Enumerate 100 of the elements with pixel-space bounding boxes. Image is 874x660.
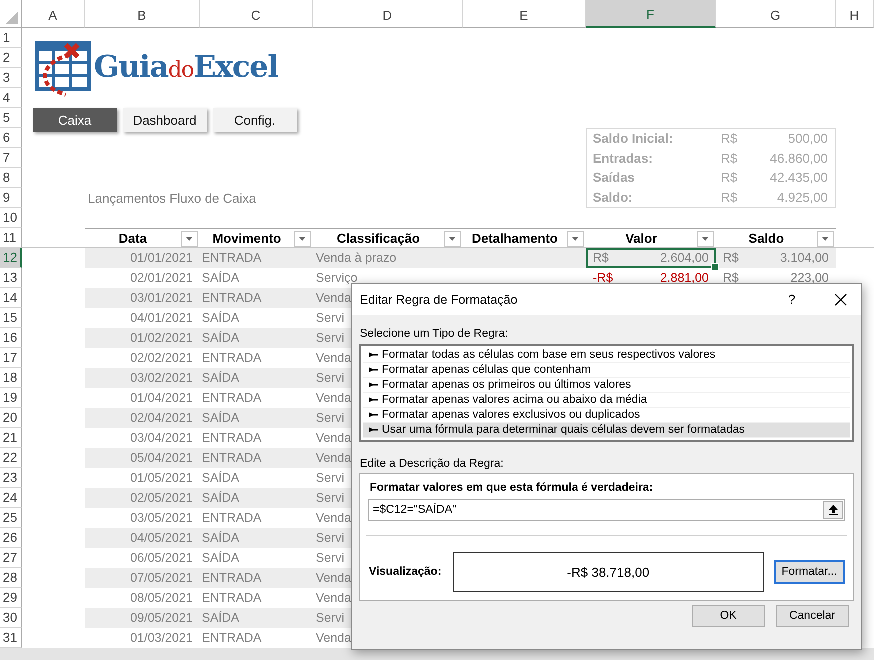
table-cell-text: 09/05/2021 xyxy=(129,610,194,627)
summary-amount: 500,00 xyxy=(787,130,829,148)
row-header[interactable]: 20 xyxy=(0,408,22,428)
table-cell-text: SAÍDA xyxy=(201,270,240,287)
nav-button[interactable]: Config. xyxy=(213,108,297,132)
row-header[interactable]: 22 xyxy=(0,448,22,468)
caret-icon xyxy=(572,236,579,240)
row-header[interactable]: 30 xyxy=(0,608,22,628)
table-cell-text: SAÍDA xyxy=(201,370,240,387)
column-header[interactable]: A xyxy=(22,0,85,28)
table-cell-text: Servi xyxy=(315,550,344,567)
row-header[interactable]: 3 xyxy=(0,68,22,88)
table-cell-text: 08/05/2021 xyxy=(129,590,194,607)
row-header[interactable]: 26 xyxy=(0,528,22,548)
row-header[interactable]: 12 xyxy=(0,248,22,268)
row-header[interactable]: 14 xyxy=(0,288,22,308)
row-header[interactable]: 29 xyxy=(0,588,22,608)
row-header[interactable]: 1 xyxy=(0,28,22,48)
table-cell-text: SAÍDA xyxy=(201,490,240,507)
table-cell-text: 05/04/2021 xyxy=(129,450,194,467)
table-cell-text: Servi xyxy=(315,410,344,427)
nav-button[interactable]: Dashboard xyxy=(123,108,207,132)
table-cell-text: ENTRADA xyxy=(201,630,262,647)
column-header[interactable]: C xyxy=(200,0,313,28)
row-header[interactable]: 25 xyxy=(0,508,22,528)
rule-type-item[interactable]: Formatar todas as células com base em seus respectivos valores xyxy=(363,348,850,363)
dialog-button[interactable]: OK xyxy=(692,605,765,627)
table-cell-text: Venda à prazo xyxy=(315,250,397,267)
row-header[interactable]: 28 xyxy=(0,568,22,588)
collapse-button[interactable] xyxy=(823,501,843,519)
rule-type-item[interactable]: Formatar apenas células que contenham xyxy=(363,363,850,378)
column-header[interactable]: B xyxy=(85,0,200,28)
row-header[interactable]: 31 xyxy=(0,628,22,648)
table-cell-text: Servi xyxy=(315,330,344,347)
currency-symbol: R$ xyxy=(720,130,739,148)
table-cell-text: 01/03/2021 xyxy=(129,630,194,647)
fill-handle[interactable] xyxy=(711,263,719,271)
table-cell-text: SAÍDA xyxy=(201,410,240,427)
currency-symbol: R$ xyxy=(720,150,739,168)
table-cell-text: 01/02/2021 xyxy=(129,330,194,347)
row-header[interactable]: 2 xyxy=(0,48,22,68)
currency-symbol: R$ xyxy=(720,169,739,188)
currency-symbol: R$ xyxy=(723,251,739,265)
row-header[interactable]: 23 xyxy=(0,468,22,488)
currency-symbol: -R$ xyxy=(593,271,614,285)
column-header[interactable]: G xyxy=(716,0,836,28)
row-header[interactable]: 27 xyxy=(0,548,22,568)
help-button[interactable]: ? xyxy=(777,286,807,312)
row-header[interactable]: 4 xyxy=(0,88,22,108)
table-cell-text: SAÍDA xyxy=(201,530,240,547)
summary-label: Saldo: xyxy=(592,188,634,207)
table-cell-text: Serviço xyxy=(315,270,358,287)
rule-type-item[interactable]: Formatar apenas valores acima ou abaixo da média xyxy=(363,393,850,408)
row-header[interactable]: 24 xyxy=(0,488,22,508)
filter-button[interactable] xyxy=(444,230,461,246)
row-header[interactable]: 13 xyxy=(0,268,22,288)
column-heading: Data xyxy=(118,231,148,246)
table-cell-text: 03/05/2021 xyxy=(129,510,194,527)
caret-icon xyxy=(299,236,306,240)
section-label: Edite a Descrição da Regra: xyxy=(359,457,505,472)
formula-label: Formatar valores em que esta fórmula é verdadeira: xyxy=(369,481,654,496)
column-header[interactable]: H xyxy=(836,0,874,28)
rule-type-item[interactable]: Formatar apenas os primeiros ou últimos valores xyxy=(363,378,850,393)
filter-button[interactable] xyxy=(567,230,584,246)
dialog-button[interactable]: Cancelar xyxy=(776,605,849,627)
nav-button[interactable]: Caixa xyxy=(33,108,117,132)
row-header[interactable]: 6 xyxy=(0,128,22,148)
table-cell-text: SAÍDA xyxy=(201,330,240,347)
table-cell-text: ENTRADA xyxy=(201,350,262,367)
table-cell-text: Servi xyxy=(315,530,344,547)
table-cell-text: ENTRADA xyxy=(201,430,262,447)
cell-amount: 223,00 xyxy=(790,271,829,285)
row-header[interactable]: 17 xyxy=(0,348,22,368)
table-cell-text: 02/04/2021 xyxy=(129,410,194,427)
row-header[interactable]: 16 xyxy=(0,328,22,348)
row-header[interactable]: 10 xyxy=(0,208,22,228)
row-header[interactable]: 7 xyxy=(0,148,22,168)
filter-button[interactable] xyxy=(697,230,714,246)
row-header[interactable]: 21 xyxy=(0,428,22,448)
column-header[interactable]: D xyxy=(313,0,463,28)
table-cell-text: SAÍDA xyxy=(201,470,240,487)
row-header[interactable]: 19 xyxy=(0,388,22,408)
table-cell-text: Servi xyxy=(315,610,344,627)
filter-button[interactable] xyxy=(294,230,311,246)
row-header[interactable]: 15 xyxy=(0,308,22,328)
filter-button[interactable] xyxy=(817,230,834,246)
filter-button[interactable] xyxy=(181,230,198,246)
format-button[interactable]: Formatar... xyxy=(774,560,845,584)
row-header[interactable]: 18 xyxy=(0,368,22,388)
summary-amount: 4.925,00 xyxy=(776,188,829,207)
logo-icon xyxy=(34,39,92,97)
row-header[interactable]: 8 xyxy=(0,168,22,188)
row-header[interactable]: 9 xyxy=(0,188,22,208)
rule-type-item[interactable]: Usar uma fórmula para determinar quais células devem ser formatadas xyxy=(363,423,850,438)
currency-symbol: R$ xyxy=(723,271,739,285)
table-cell-text: Servi xyxy=(315,470,344,487)
formula-field[interactable]: =$C12="SAÍDA" xyxy=(368,499,845,521)
row-header[interactable]: 5 xyxy=(0,108,22,128)
column-heading: Movimento xyxy=(212,231,282,246)
column-header[interactable]: F xyxy=(586,0,716,28)
